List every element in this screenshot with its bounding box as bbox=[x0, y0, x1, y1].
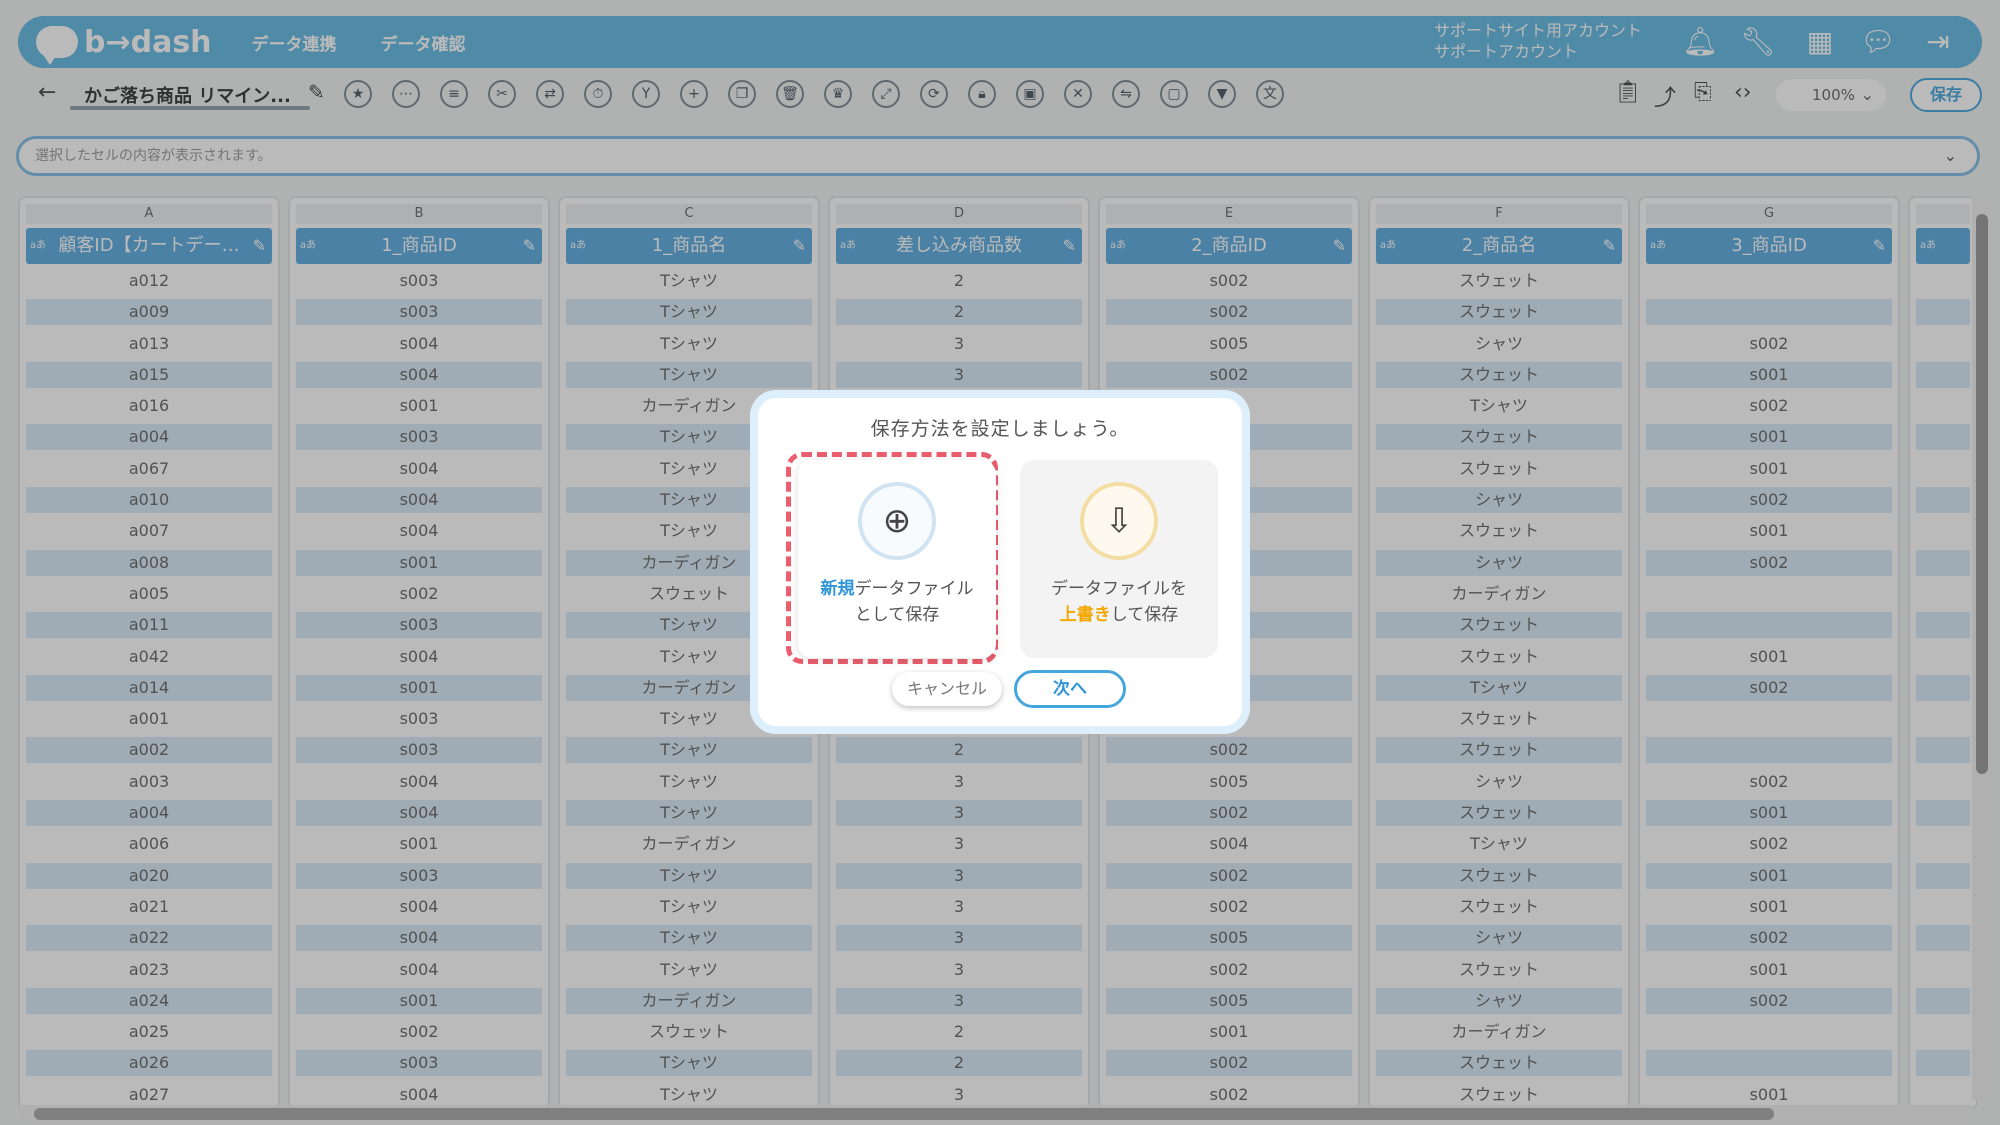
overwrite-label: データファイルを 上書きして保存 bbox=[1020, 576, 1218, 628]
overwrite-file-icon: ⇩ bbox=[1080, 482, 1158, 560]
new-label-rest: データファイル bbox=[854, 579, 974, 599]
new-file-icon: ⊕ bbox=[858, 482, 936, 560]
save-method-dialog: 保存方法を設定しましょう。 ⊕ 新規データファイル として保存 ⇩ データファイ… bbox=[750, 390, 1250, 734]
overwrite-label-rest: して保存 bbox=[1110, 605, 1179, 625]
next-button[interactable]: 次へ bbox=[1014, 670, 1126, 708]
dialog-title: 保存方法を設定しましょう。 bbox=[870, 418, 1130, 440]
save-as-new-label: 新規データファイル として保存 bbox=[798, 576, 996, 628]
new-highlight: 新規 bbox=[820, 579, 855, 599]
save-as-new-option[interactable]: ⊕ 新規データファイル として保存 bbox=[798, 460, 996, 658]
cancel-button[interactable]: キャンセル bbox=[892, 672, 1002, 706]
overwrite-highlight: 上書き bbox=[1059, 605, 1111, 625]
overwrite-option[interactable]: ⇩ データファイルを 上書きして保存 bbox=[1020, 460, 1218, 658]
overwrite-label-line1: データファイルを bbox=[1051, 579, 1187, 599]
new-label-line2: として保存 bbox=[854, 605, 940, 625]
